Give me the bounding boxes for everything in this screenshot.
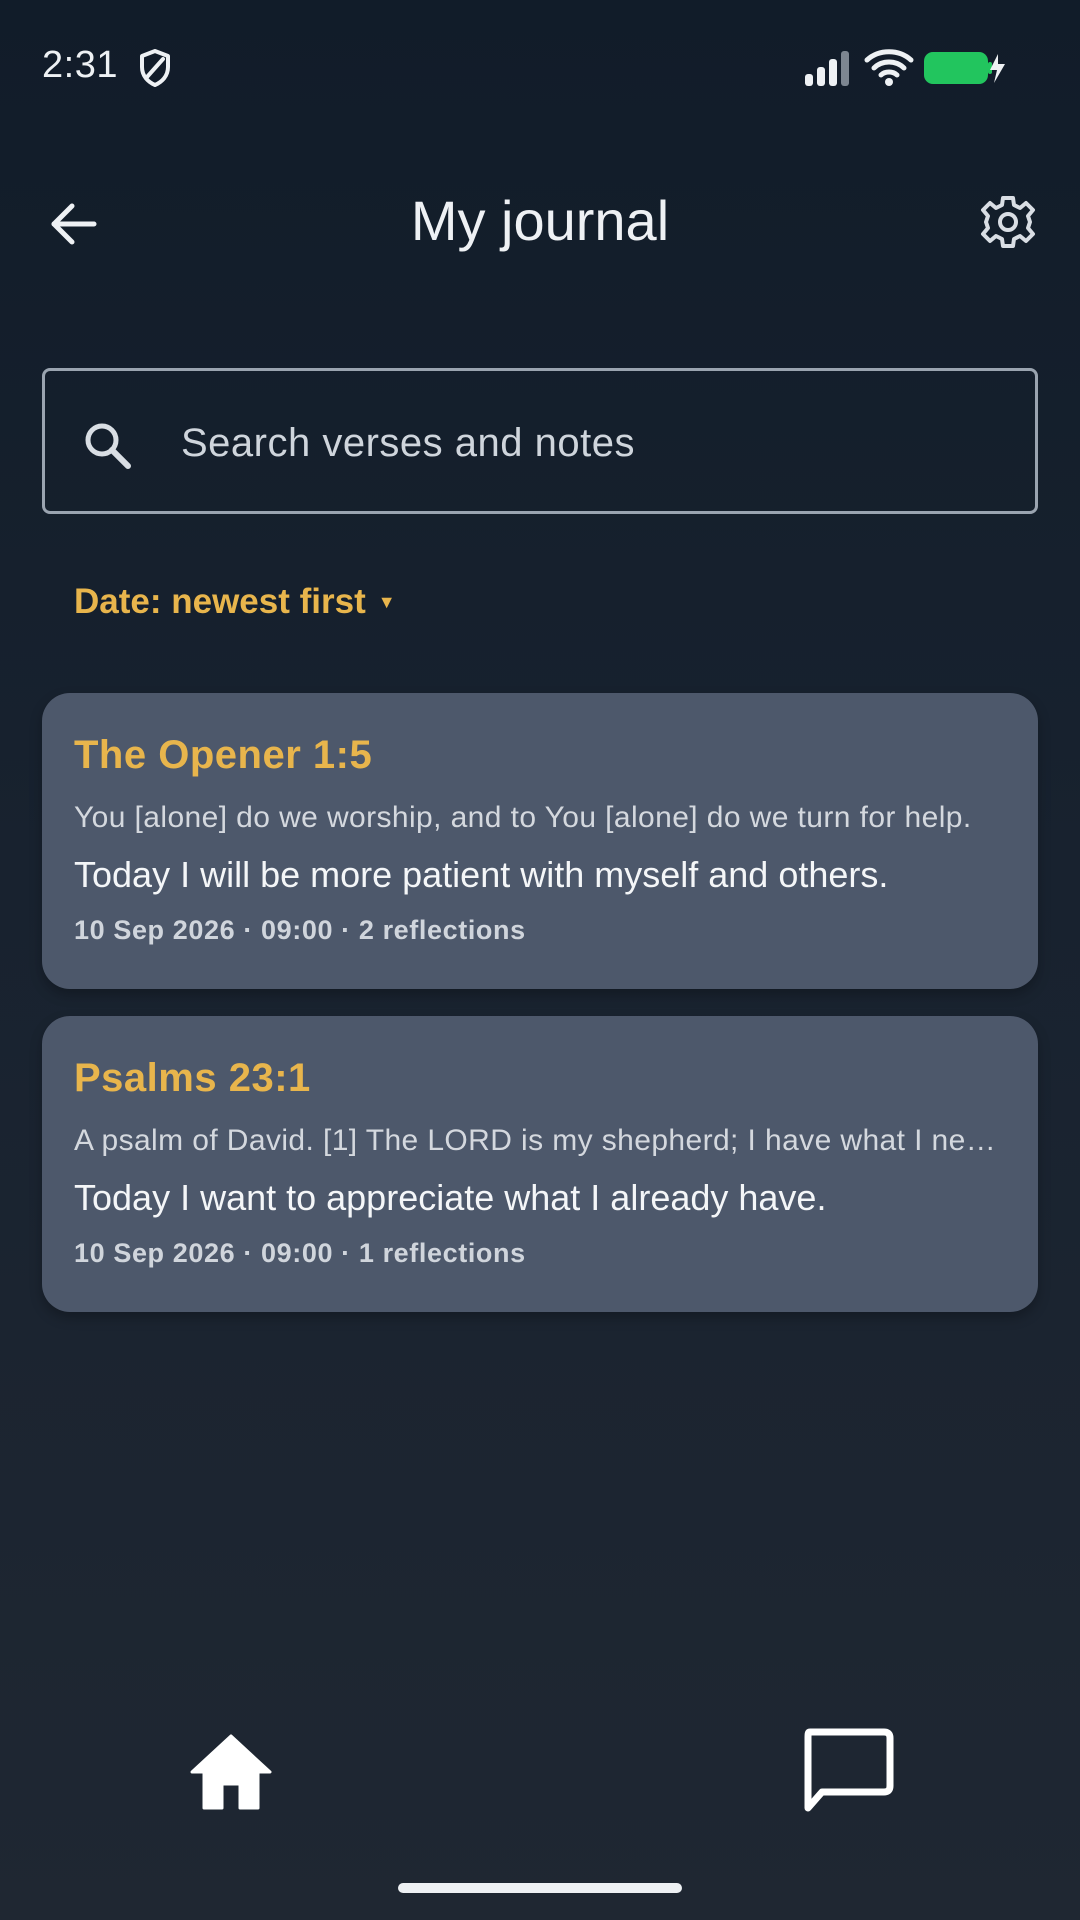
home-indicator[interactable] xyxy=(398,1883,682,1893)
wifi-icon xyxy=(864,49,914,86)
sort-label: Date: newest first xyxy=(74,582,366,621)
entry-note: Today I want to appreciate what I alread… xyxy=(74,1177,827,1218)
entry-verse: You [alone] do we worship, and to You [a… xyxy=(74,801,972,834)
gear-icon xyxy=(981,196,1035,248)
status-bar: 2:31 xyxy=(0,0,1080,135)
bottom-navigation xyxy=(0,1700,1080,1850)
entry-meta: 10 Sep 2026 · 09:00 · 1 reflections xyxy=(74,1238,526,1268)
chat-bubble-icon xyxy=(804,1728,894,1812)
signal-icon xyxy=(805,51,849,86)
search-icon xyxy=(85,423,131,469)
entry-verse: A psalm of David. [1] The LORD is my she… xyxy=(74,1124,1006,1157)
nav-home-button[interactable] xyxy=(188,1732,274,1812)
home-icon xyxy=(190,1734,272,1810)
entry-reference: The Opener 1:5 xyxy=(74,733,373,777)
search-box[interactable] xyxy=(42,368,1038,514)
battery-charging-icon xyxy=(924,52,1005,84)
nav-messages-button[interactable] xyxy=(800,1728,894,1814)
entry-note: Today I will be more patient with myself… xyxy=(74,854,889,895)
settings-button[interactable] xyxy=(976,190,1040,254)
search-input[interactable] xyxy=(179,407,973,479)
page-title: My journal xyxy=(410,189,670,252)
entry-reference: Psalms 23:1 xyxy=(74,1056,311,1100)
status-time: 2:31 xyxy=(42,44,118,86)
shield-icon xyxy=(140,49,170,87)
app-header: My journal xyxy=(0,160,1080,280)
journal-entry-card[interactable]: Psalms 23:1 A psalm of David. [1] The LO… xyxy=(42,1016,1038,1312)
caret-down-icon: ▼ xyxy=(377,591,396,612)
journal-entry-card[interactable]: The Opener 1:5 You [alone] do we worship… xyxy=(42,693,1038,989)
sort-dropdown[interactable]: Date: newest first ▼ xyxy=(74,582,396,622)
entry-meta: 10 Sep 2026 · 09:00 · 2 reflections xyxy=(74,915,526,945)
